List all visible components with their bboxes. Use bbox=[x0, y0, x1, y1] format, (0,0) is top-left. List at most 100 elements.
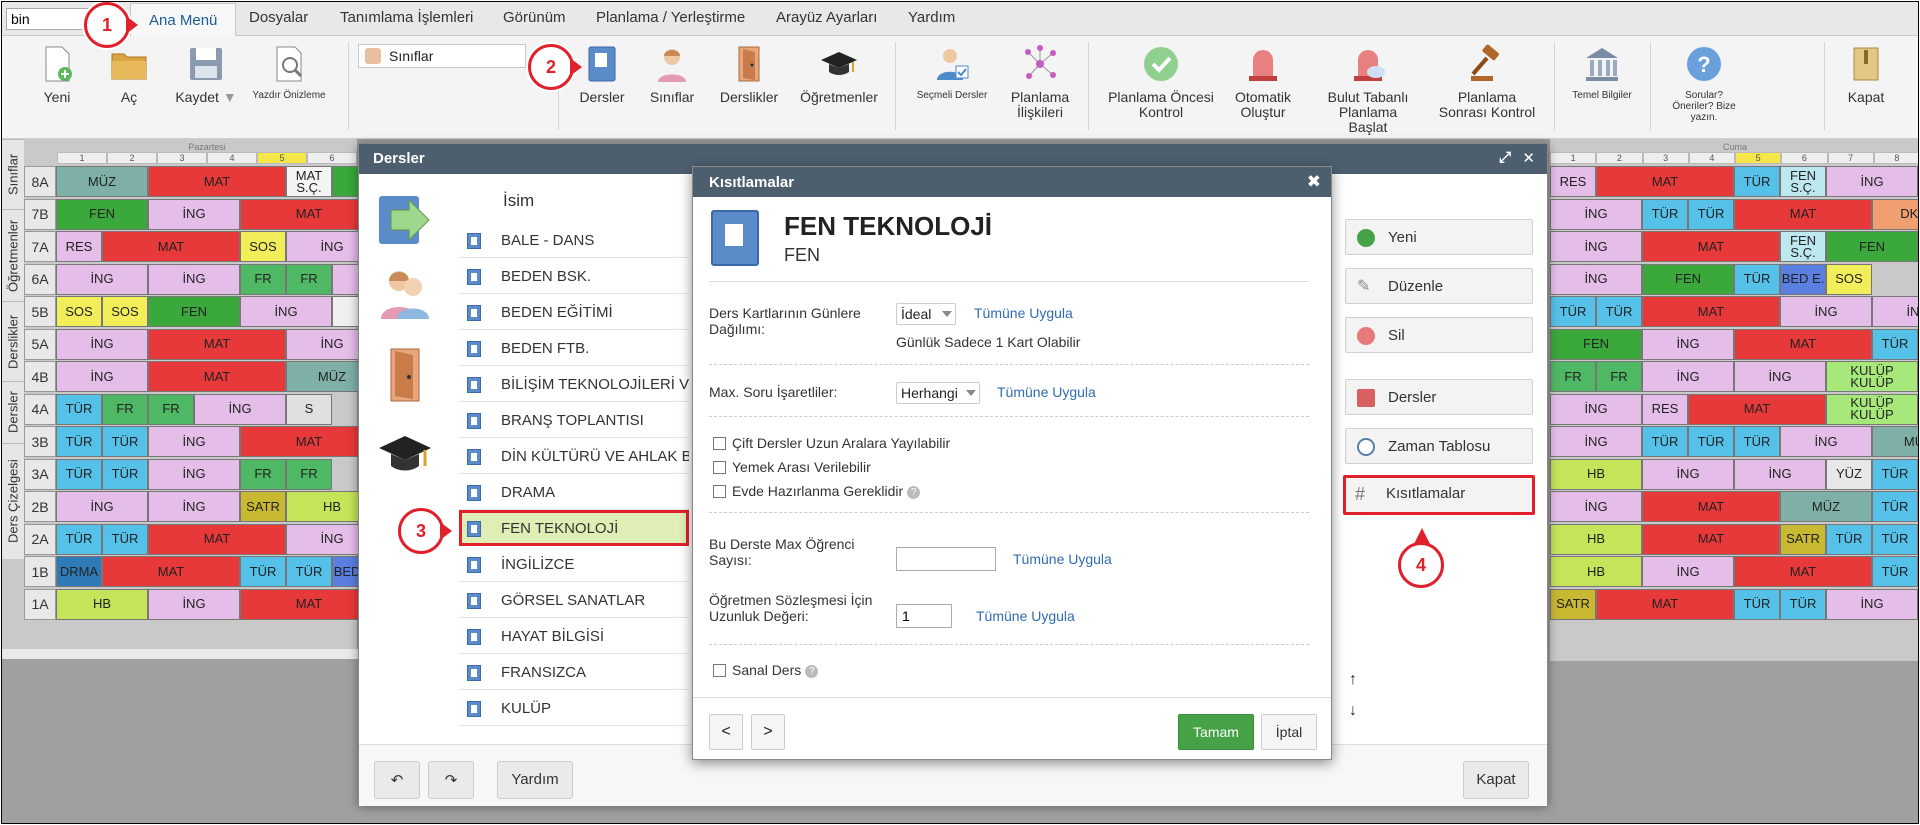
lesson-card[interactable]: İNG bbox=[148, 458, 240, 490]
lesson-card[interactable]: TÜR bbox=[1734, 588, 1780, 620]
lesson-card[interactable]: MAT bbox=[148, 523, 286, 555]
apply-all-link-distribution[interactable]: Tümüne Uygula bbox=[974, 305, 1073, 321]
tab-dosyalar[interactable]: Dosyalar bbox=[245, 9, 312, 26]
lesson-card[interactable]: FR bbox=[1550, 361, 1596, 392]
lesson-card[interactable]: İNG bbox=[1642, 361, 1734, 392]
basic-info-button[interactable]: Temel Bilgiler bbox=[1564, 44, 1640, 101]
lesson-card[interactable]: İNG bbox=[1780, 296, 1872, 327]
timetable-button[interactable]: Zaman Tablosu bbox=[1345, 428, 1533, 464]
lesson-card[interactable]: SOS bbox=[102, 296, 148, 327]
row-label[interactable]: 3B bbox=[24, 426, 56, 457]
help-icon[interactable]: ? bbox=[805, 665, 819, 678]
side-tab-classes[interactable]: Sınıflar bbox=[2, 139, 24, 209]
lesson-card[interactable]: İNG bbox=[1550, 393, 1642, 425]
lesson-card[interactable]: TÜR bbox=[56, 393, 102, 425]
lesson-list-item[interactable]: BİLİŞİM TEKNOLOJİLERİ VE YAZILIM bbox=[459, 366, 689, 402]
lesson-card[interactable]: İNG bbox=[1550, 426, 1642, 457]
row-label[interactable]: 5B bbox=[24, 296, 56, 327]
lesson-card[interactable]: RES bbox=[1550, 166, 1596, 197]
planning-relations-button[interactable]: Planlama İlişkileri bbox=[1005, 44, 1075, 120]
lesson-card[interactable]: TÜR bbox=[1826, 523, 1872, 555]
lesson-card[interactable]: MAT bbox=[1734, 198, 1872, 230]
lesson-card[interactable]: İNG bbox=[148, 263, 240, 295]
apply-all-link-contract[interactable]: Tümüne Uygula bbox=[976, 608, 1075, 624]
lesson-list-item[interactable]: FEN TEKNOLOJİ bbox=[459, 510, 689, 546]
tab-yardim[interactable]: Yardım bbox=[904, 9, 959, 26]
move-down-icon[interactable]: ↓ bbox=[1349, 702, 1357, 720]
apply-all-link-max-question[interactable]: Tümüne Uygula bbox=[997, 384, 1096, 400]
lesson-list-item[interactable]: BEDEN EĞİTİMİ bbox=[459, 294, 689, 330]
distribution-select[interactable]: İdeal bbox=[896, 303, 956, 325]
lesson-card[interactable]: İNG bbox=[1734, 458, 1826, 490]
lesson-card[interactable]: FR bbox=[148, 393, 194, 425]
lesson-card[interactable]: TÜR bbox=[1918, 491, 1919, 522]
row-label[interactable]: 2A bbox=[24, 523, 56, 555]
lesson-card[interactable]: FEN S.Ç. bbox=[1780, 166, 1826, 197]
lesson-card[interactable]: S bbox=[286, 393, 332, 425]
lesson-card[interactable]: İNG bbox=[1918, 524, 1919, 555]
lesson-card[interactable]: SOS bbox=[240, 231, 286, 262]
help-icon[interactable]: ? bbox=[907, 486, 921, 499]
lesson-card[interactable]: YÜZ bbox=[1918, 589, 1919, 620]
close-icon[interactable]: ✖ bbox=[1307, 172, 1321, 192]
lesson-list-item[interactable]: FRANSIZCA bbox=[459, 654, 689, 690]
graduation-cap-icon[interactable] bbox=[377, 426, 433, 482]
row-label[interactable]: 7A bbox=[24, 231, 56, 262]
lesson-card[interactable]: İNG bbox=[1642, 556, 1734, 587]
lesson-card[interactable]: İNG bbox=[148, 198, 240, 230]
lesson-card[interactable]: FEN bbox=[1642, 263, 1734, 295]
lesson-card[interactable]: MAT S.Ç. bbox=[286, 166, 332, 197]
lesson-card[interactable]: TÜR bbox=[1550, 296, 1596, 327]
tab-tanimlama[interactable]: Tanımlama İşlemleri bbox=[336, 9, 477, 26]
lesson-card[interactable]: TÜR bbox=[286, 556, 332, 587]
lesson-card[interactable]: TÜR bbox=[102, 523, 148, 555]
lesson-list-item[interactable]: DRAMA bbox=[459, 474, 689, 510]
apply-all-link-max-students[interactable]: Tümüne Uygula bbox=[1013, 551, 1112, 567]
lesson-card[interactable]: TÜR bbox=[1872, 458, 1918, 490]
lesson-list-item[interactable]: DİN KÜLTÜRÜ VE AHLAK BİLGİSİ bbox=[459, 438, 689, 474]
lesson-card[interactable]: KULÜP KULÜP bbox=[1826, 393, 1918, 425]
lesson-card[interactable]: TÜR bbox=[1780, 588, 1826, 620]
cancel-button[interactable]: İptal bbox=[1261, 714, 1317, 750]
lesson-card[interactable]: MAT bbox=[1596, 588, 1734, 620]
lesson-card[interactable]: MAT bbox=[148, 166, 286, 197]
lesson-card[interactable]: MAT bbox=[1734, 328, 1872, 360]
lesson-card[interactable]: HB bbox=[1550, 458, 1642, 490]
lesson-list-item[interactable]: BEDEN FTB. bbox=[459, 330, 689, 366]
lesson-list-item[interactable]: BRANŞ TOPLANTISI bbox=[459, 402, 689, 438]
side-tab-classrooms[interactable]: Derslikler bbox=[2, 301, 24, 381]
lesson-list-item[interactable]: BALE - DANS bbox=[459, 222, 689, 258]
homework-checkbox[interactable]: Evde Hazırlanma Gereklidir? bbox=[713, 483, 921, 499]
lesson-card[interactable]: TÜR bbox=[1872, 328, 1918, 360]
lesson-arrow-icon[interactable] bbox=[377, 192, 433, 248]
lesson-card[interactable]: FR bbox=[240, 458, 286, 490]
lesson-card[interactable]: TÜR bbox=[1688, 426, 1734, 457]
new-lesson-button[interactable]: Yeni bbox=[1345, 219, 1533, 255]
close-app-button[interactable]: Kapat bbox=[1838, 44, 1894, 105]
lesson-card[interactable]: FR bbox=[102, 393, 148, 425]
edit-lesson-button[interactable]: ✎ Düzenle bbox=[1345, 268, 1533, 304]
classrooms-button[interactable]: Derslikler bbox=[714, 44, 784, 105]
save-button[interactable]: Kaydet ▼ bbox=[172, 44, 240, 105]
lesson-card[interactable]: FEN bbox=[56, 198, 148, 230]
lesson-card[interactable]: TÜR bbox=[1918, 459, 1919, 490]
meal-break-checkbox[interactable]: Yemek Arası Verilebilir bbox=[713, 459, 871, 475]
open-button[interactable]: Aç bbox=[109, 44, 149, 105]
close-window-button[interactable]: Kapat bbox=[1463, 761, 1529, 799]
questions-feedback-button[interactable]: ? Sorular? Öneriler? Bize yazın. bbox=[1662, 44, 1746, 123]
lesson-card[interactable]: DRMA bbox=[56, 556, 102, 587]
lesson-card[interactable]: BED E. bbox=[1918, 166, 1919, 197]
lesson-card[interactable]: İNG bbox=[1826, 588, 1918, 620]
lesson-list-item[interactable]: İNGİLİZCE bbox=[459, 546, 689, 582]
lesson-card[interactable]: FEN bbox=[1826, 231, 1918, 262]
lesson-card[interactable]: TÜR bbox=[240, 556, 286, 587]
side-tab-schedule[interactable]: Ders Çizelgesi bbox=[2, 443, 24, 559]
constraints-button[interactable]: # Kısıtlamalar bbox=[1343, 475, 1535, 515]
lesson-card[interactable]: İNG bbox=[1780, 426, 1872, 457]
lesson-card[interactable]: İNG bbox=[1642, 328, 1734, 360]
close-icon[interactable]: ✕ bbox=[1522, 149, 1535, 167]
lesson-card[interactable]: İNG bbox=[56, 263, 148, 295]
row-label[interactable]: 4A bbox=[24, 393, 56, 425]
post-planning-check-button[interactable]: Planlama Sonrası Kontrol bbox=[1432, 44, 1542, 120]
row-label[interactable]: 5A bbox=[24, 328, 56, 360]
